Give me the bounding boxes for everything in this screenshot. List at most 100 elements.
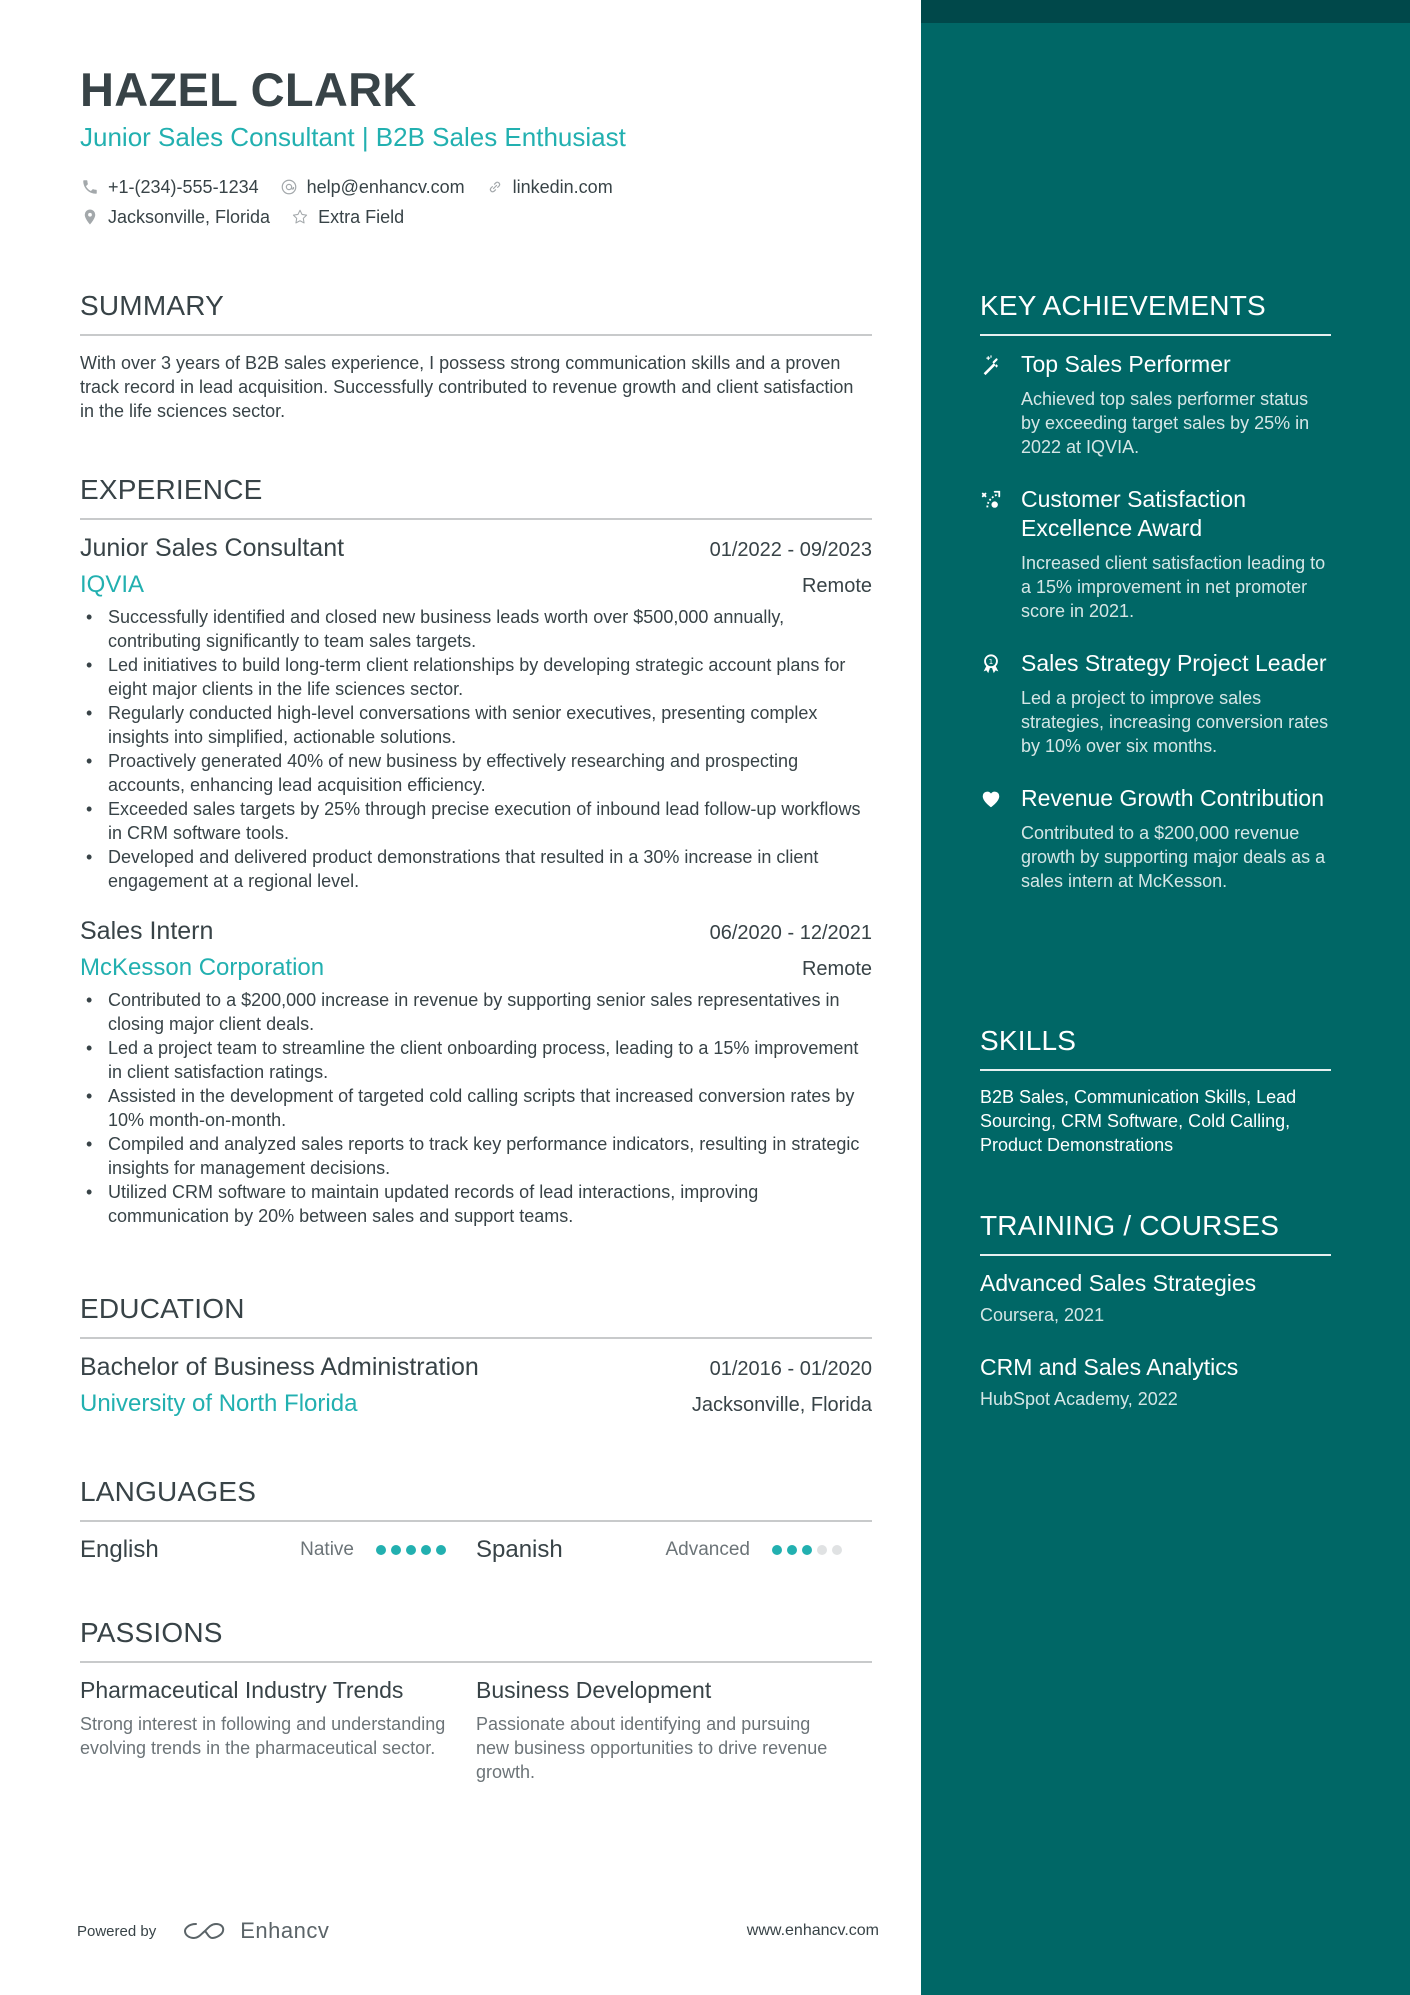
- rating-dot-filled: [436, 1545, 446, 1555]
- achievement-title: Sales Strategy Project Leader: [1021, 650, 1327, 676]
- contact-phone[interactable]: +1-(234)-555-1234: [80, 177, 259, 198]
- company-name: McKesson Corporation: [80, 954, 325, 981]
- section-divider: [80, 1661, 872, 1663]
- contact-location: Jacksonville, Florida: [80, 207, 270, 228]
- section-divider: [980, 1069, 1331, 1071]
- language-rating: [376, 1545, 451, 1555]
- section-title: EXPERIENCE: [80, 474, 263, 505]
- skills-section: SKILLS B2B Sales, Communication Skills, …: [980, 1025, 1331, 1157]
- language-name: English: [80, 1536, 159, 1563]
- rating-dot-empty: [832, 1545, 842, 1555]
- section-divider: [980, 1254, 1331, 1256]
- sidebar-top-bar: [921, 0, 1410, 23]
- experience-section: EXPERIENCE Junior Sales Consultant 01/20…: [80, 474, 872, 1228]
- section-divider: [80, 334, 872, 336]
- rating-dot-filled: [391, 1545, 401, 1555]
- passions-section: PASSIONS Pharmaceutical Industry Trends …: [80, 1617, 872, 1784]
- bullet-item: Proactively generated 40% of new busines…: [80, 749, 872, 797]
- svg-text:1: 1: [989, 657, 994, 666]
- at-icon: [279, 177, 299, 197]
- achievement-title: Top Sales Performer: [1021, 351, 1231, 377]
- section-title: PASSIONS: [80, 1617, 223, 1648]
- job-dates: 01/2022 - 09/2023: [709, 539, 872, 561]
- contact-linkedin-text: linkedin.com: [512, 176, 613, 197]
- bullet-item: Successfully identified and closed new b…: [80, 605, 872, 653]
- star-icon: [290, 207, 310, 227]
- contact-info: +1-(234)-555-1234 help@enhancv.com linke…: [80, 172, 860, 232]
- job-title: Junior Sales Consultant: [80, 534, 345, 562]
- rating-dot-filled: [406, 1545, 416, 1555]
- job-location: Remote: [801, 958, 872, 980]
- section-divider: [80, 1520, 872, 1522]
- languages-section: LANGUAGES English Native Spanish Advance…: [80, 1476, 872, 1564]
- achievement-description: Led a project to improve sales strategie…: [1021, 688, 1329, 756]
- rating-dot-filled: [787, 1545, 797, 1555]
- section-title: KEY ACHIEVEMENTS: [980, 290, 1266, 321]
- section-title: SKILLS: [980, 1025, 1077, 1056]
- language-level: Native: [300, 1539, 354, 1560]
- company-name: IQVIA: [80, 571, 145, 598]
- job-dates: 06/2020 - 12/2021: [709, 922, 872, 944]
- contact-location-text: Jacksonville, Florida: [108, 206, 271, 227]
- section-divider: [980, 334, 1331, 336]
- heart-icon: [980, 784, 1006, 893]
- rating-dot-filled: [376, 1545, 386, 1555]
- section-title: LANGUAGES: [80, 1476, 257, 1507]
- contact-email[interactable]: help@enhancv.com: [279, 177, 465, 198]
- enhancv-logo-icon: [184, 1922, 225, 1940]
- passion-description: Strong interest in following and underst…: [80, 1714, 446, 1758]
- language-rating: [772, 1545, 847, 1555]
- bullet-item: Led initiatives to build long-term clien…: [80, 653, 872, 701]
- course-provider: HubSpot Academy, 2022: [980, 1389, 1178, 1409]
- education-dates: 01/2016 - 01/2020: [709, 1358, 872, 1380]
- language-item: Spanish Advanced: [476, 1536, 872, 1564]
- enhancv-logo[interactable]: Enhancv: [182, 1918, 329, 1944]
- language-item: English Native: [80, 1536, 476, 1564]
- passion-item: Pharmaceutical Industry Trends Strong in…: [80, 1677, 476, 1784]
- achievement-description: Achieved top sales performer status by e…: [1021, 389, 1310, 457]
- bullet-item: Contributed to a $200,000 increase in re…: [80, 988, 872, 1036]
- section-divider: [80, 1337, 872, 1339]
- summary-section: SUMMARY With over 3 years of B2B sales e…: [80, 290, 872, 423]
- experience-entry: Sales Intern 06/2020 - 12/2021 McKesson …: [80, 917, 872, 1228]
- job-title: Sales Intern: [80, 917, 214, 945]
- contact-extra: Extra Field: [290, 207, 404, 228]
- education-entry: Bachelor of Business Administration 01/2…: [80, 1353, 872, 1418]
- section-title: SUMMARY: [80, 290, 225, 321]
- course-title: CRM and Sales Analytics: [980, 1354, 1239, 1380]
- rating-dot-filled: [772, 1545, 782, 1555]
- section-divider: [80, 518, 872, 520]
- achievement-description: Contributed to a $200,000 revenue growth…: [1021, 823, 1326, 891]
- passion-title: Pharmaceutical Industry Trends: [80, 1677, 404, 1703]
- location-pin-icon: [80, 207, 100, 227]
- contact-linkedin[interactable]: linkedin.com: [485, 177, 613, 198]
- bullet-item: Exceeded sales targets by 25% through pr…: [80, 797, 872, 845]
- achievement-item: Customer Satisfaction Excellence Award I…: [980, 485, 1331, 623]
- course-item: CRM and Sales Analytics HubSpot Academy,…: [980, 1354, 1331, 1410]
- bullet-item: Led a project team to streamline the cli…: [80, 1036, 872, 1084]
- rating-dot-empty: [817, 1545, 827, 1555]
- summary-text: With over 3 years of B2B sales experienc…: [80, 353, 854, 421]
- achievement-title: Customer Satisfaction Excellence Award: [1021, 486, 1246, 541]
- bullet-item: Utilized CRM software to maintain update…: [80, 1180, 872, 1228]
- section-title: EDUCATION: [80, 1293, 245, 1324]
- bullet-item: Assisted in the development of targeted …: [80, 1084, 872, 1132]
- achievement-item: Revenue Growth Contribution Contributed …: [980, 784, 1331, 893]
- achievement-item: 1 Sales Strategy Project Leader Led a pr…: [980, 649, 1331, 758]
- achievement-description: Increased client satisfaction leading to…: [1021, 553, 1326, 621]
- training-section: TRAINING / COURSES Advanced Sales Strate…: [980, 1210, 1331, 1410]
- bullet-item: Developed and delivered product demonstr…: [80, 845, 872, 893]
- website-link[interactable]: www.enhancv.com: [747, 1922, 879, 1940]
- passion-title: Business Development: [476, 1677, 712, 1703]
- skills-list: B2B Sales, Communication Skills, Lead So…: [980, 1087, 1297, 1155]
- education-section: EDUCATION Bachelor of Business Administr…: [80, 1293, 872, 1418]
- award-medal-icon: 1: [980, 649, 1006, 758]
- passion-item: Business Development Passionate about id…: [476, 1677, 872, 1784]
- rating-dot-filled: [802, 1545, 812, 1555]
- brand-name: Enhancv: [240, 1918, 330, 1943]
- job-bullets: Successfully identified and closed new b…: [80, 605, 872, 893]
- achievements-section: KEY ACHIEVEMENTS Top Sales Performer Ach…: [980, 290, 1331, 893]
- bullet-item: Compiled and analyzed sales reports to t…: [80, 1132, 872, 1180]
- phone-icon: [80, 177, 100, 197]
- candidate-headline: Junior Sales Consultant | B2B Sales Enth…: [80, 122, 626, 152]
